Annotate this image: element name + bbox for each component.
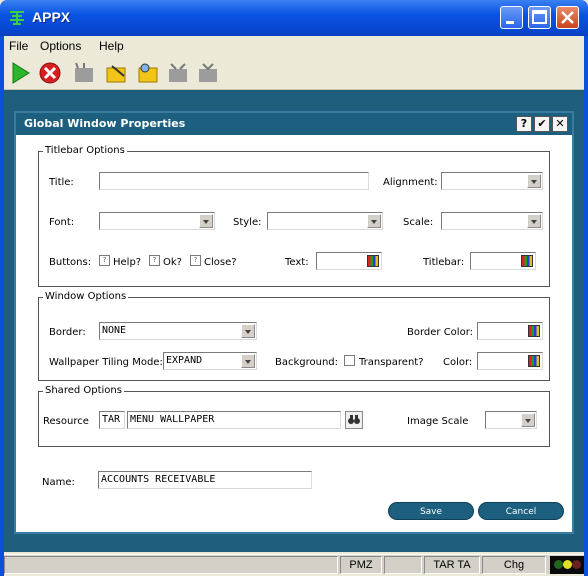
- dialog-close-button[interactable]: ✕: [552, 116, 568, 132]
- chevron-down-icon[interactable]: [241, 324, 255, 338]
- shared-options-legend: Shared Options: [43, 385, 124, 396]
- ok-checkbox-label: Ok?: [163, 257, 182, 268]
- window-options-group: Window Options Border: NONE Border Color…: [38, 291, 550, 381]
- cancel-icon[interactable]: [38, 61, 62, 85]
- shared-options-group: Shared Options Resource TAR MENU WALLPAP…: [38, 385, 550, 447]
- border-select[interactable]: NONE: [99, 322, 257, 340]
- global-window-properties-dialog: Global Window Properties ? ✔ ✕ Titlebar …: [14, 111, 574, 534]
- chevron-down-icon[interactable]: [521, 413, 535, 427]
- appx-logo-icon: [10, 11, 24, 25]
- close-checkbox-label: Close?: [204, 257, 237, 268]
- menu-bar: File Options Help: [4, 36, 584, 56]
- delete-icon[interactable]: [166, 61, 190, 85]
- color-picker-icon[interactable]: [528, 355, 540, 367]
- toolbar: [4, 56, 584, 90]
- title-input[interactable]: [99, 172, 369, 190]
- titlebar-options-group: Titlebar Options Title: Alignment: Font:…: [38, 145, 550, 287]
- titlebar-options-legend: Titlebar Options: [43, 145, 127, 156]
- save-button[interactable]: Save: [388, 502, 474, 520]
- style-label: Style:: [233, 217, 262, 228]
- scale-label: Scale:: [403, 217, 434, 228]
- dialog-titlebar: Global Window Properties ? ✔ ✕: [16, 113, 572, 135]
- menu-file[interactable]: File: [9, 39, 28, 53]
- name-label: Name:: [42, 477, 75, 488]
- resource-app-field[interactable]: TAR: [99, 411, 125, 429]
- close-icon: [561, 11, 574, 24]
- color-picker-icon[interactable]: [367, 255, 379, 267]
- menu-help[interactable]: Help: [99, 39, 124, 53]
- tiling-mode-label: Wallpaper Tiling Mode:: [49, 357, 163, 368]
- text-color-field[interactable]: [316, 252, 382, 270]
- border-value: NONE: [102, 325, 127, 336]
- titlebar-color-field[interactable]: [470, 252, 536, 270]
- buttons-label: Buttons:: [49, 257, 92, 268]
- dialog-title: Global Window Properties: [24, 117, 186, 130]
- close-window-button[interactable]: [556, 6, 579, 29]
- status-mode: Chg: [482, 556, 546, 574]
- border-color-label: Border Color:: [407, 327, 474, 338]
- window-options-legend: Window Options: [43, 291, 129, 302]
- alignment-select[interactable]: [441, 172, 543, 190]
- help-checkbox-label: Help?: [113, 257, 142, 268]
- tiling-mode-select[interactable]: EXPAND: [163, 352, 257, 370]
- status-message: [4, 556, 338, 574]
- transparent-label: Transparent?: [359, 357, 424, 368]
- border-color-field[interactable]: [477, 322, 543, 340]
- background-color-label: Color:: [443, 357, 473, 368]
- maximize-icon: [532, 10, 547, 24]
- window-titlebar: APPX: [0, 0, 588, 36]
- add-icon[interactable]: [72, 61, 96, 85]
- minimize-button[interactable]: [500, 6, 523, 29]
- status-led-icon: [550, 556, 584, 574]
- search-icon[interactable]: [136, 61, 160, 85]
- titlebar-color-label: Titlebar:: [423, 257, 465, 268]
- window-title: APPX: [32, 9, 71, 25]
- background-color-field[interactable]: [477, 352, 543, 370]
- border-label: Border:: [49, 327, 86, 338]
- name-input[interactable]: ACCOUNTS RECEIVABLE: [98, 471, 312, 489]
- color-picker-icon[interactable]: [521, 255, 533, 267]
- chevron-down-icon[interactable]: [241, 354, 255, 368]
- status-bar: PMZ TAR TA Chg: [4, 554, 584, 574]
- image-scale-label: Image Scale: [407, 416, 469, 427]
- dialog-ok-button[interactable]: ✔: [534, 116, 550, 132]
- chevron-down-icon[interactable]: [527, 174, 541, 188]
- resource-name-field[interactable]: MENU WALLPAPER: [127, 411, 341, 429]
- resource-label: Resource: [43, 416, 89, 427]
- color-picker-icon[interactable]: [528, 325, 540, 337]
- binoculars-icon[interactable]: [345, 411, 363, 429]
- tv-icon[interactable]: [196, 61, 220, 85]
- window-frame-right: [584, 36, 588, 576]
- cancel-button[interactable]: Cancel: [478, 502, 564, 520]
- chevron-down-icon[interactable]: [199, 214, 213, 228]
- dialog-help-button[interactable]: ?: [516, 116, 532, 132]
- help-checkbox[interactable]: ?: [99, 255, 110, 266]
- maximize-button[interactable]: [528, 6, 551, 29]
- font-select[interactable]: [99, 212, 215, 230]
- ok-checkbox[interactable]: ?: [149, 255, 160, 266]
- tiling-mode-value: EXPAND: [166, 355, 203, 366]
- status-blank: [384, 556, 422, 574]
- title-label: Title:: [49, 177, 74, 188]
- image-scale-select[interactable]: [485, 411, 537, 429]
- status-pmz: PMZ: [340, 556, 382, 574]
- close-checkbox[interactable]: ?: [190, 255, 201, 266]
- alignment-label: Alignment:: [383, 177, 438, 188]
- run-icon[interactable]: [8, 61, 32, 85]
- text-color-label: Text:: [285, 257, 309, 268]
- chevron-down-icon[interactable]: [367, 214, 381, 228]
- style-select[interactable]: [267, 212, 383, 230]
- status-app: TAR TA: [424, 556, 480, 574]
- minimize-icon: [506, 21, 514, 24]
- scale-select[interactable]: [441, 212, 543, 230]
- font-label: Font:: [49, 217, 75, 228]
- transparent-checkbox[interactable]: [344, 355, 355, 366]
- chevron-down-icon[interactable]: [527, 214, 541, 228]
- background-label: Background:: [275, 357, 339, 368]
- menu-options[interactable]: Options: [40, 39, 81, 53]
- edit-icon[interactable]: [104, 61, 128, 85]
